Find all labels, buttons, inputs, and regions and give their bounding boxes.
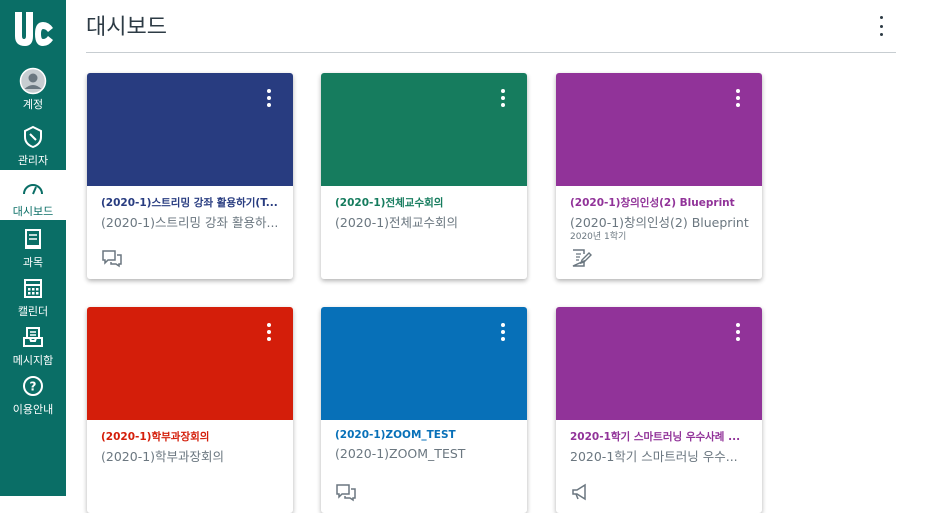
account-icon [19, 67, 47, 95]
dashboard-options-button[interactable] [874, 16, 888, 36]
discussion-icon[interactable] [335, 482, 357, 502]
nav-label-courses: 과목 [22, 256, 44, 269]
dashboard-icon [19, 175, 47, 201]
nav-item-inbox[interactable]: 메시지함 [0, 324, 66, 374]
nav-label-calendar: 캘린더 [17, 305, 49, 318]
card-title[interactable]: (2020-1)ZOOM_TEST [335, 429, 517, 441]
card-subtitle: (2020-1)ZOOM_TEST [335, 446, 466, 461]
course-card: (2020-1)학부과장회의 (2020-1)학부과장회의 [87, 307, 293, 513]
card-hero[interactable] [556, 307, 762, 420]
nav-item-dashboard[interactable]: 대시보드 [0, 170, 66, 220]
nav-item-help[interactable]: ? 이용안내 [0, 373, 66, 423]
card-title[interactable]: (2020-1)창의인성(2) Blueprint [570, 195, 752, 210]
inbox-icon [19, 324, 47, 350]
card-subtitle: 2020-1학기 스마트러닝 우수... [570, 449, 738, 464]
nav-label-help: 이용안내 [12, 403, 54, 416]
help-icon: ? [19, 373, 47, 399]
dashboard-main: 대시보드 (2020-1)스트리밍 강좌 활용하기(T... (2020-1)스… [66, 0, 930, 513]
card-options-button[interactable] [498, 323, 508, 341]
nav-label-account: 계정 [22, 98, 44, 111]
header-divider [86, 52, 896, 53]
card-term: 2020년 1학기 [570, 232, 627, 242]
discussion-icon[interactable] [101, 248, 123, 268]
uc-logo[interactable] [9, 8, 57, 52]
course-card: 2020-1학기 스마트러닝 우수사례 ... 2020-1학기 스마트러닝 우… [556, 307, 762, 513]
card-options-button[interactable] [498, 89, 508, 107]
course-card: (2020-1)창의인성(2) Blueprint (2020-1)창의인성(2… [556, 73, 762, 279]
nav-item-courses[interactable]: 과목 [0, 226, 66, 276]
assignment-icon[interactable] [570, 248, 592, 268]
nav-label-admin: 관리자 [17, 154, 49, 167]
nav-item-admin[interactable]: 관리자 [0, 124, 66, 174]
page-title: 대시보드 [86, 15, 167, 40]
card-options-button[interactable] [264, 323, 274, 341]
global-nav: 계정 관리자 대시보드 과목 캘린더 메시지함 ? 이용안내 [0, 0, 66, 496]
card-options-button[interactable] [733, 89, 743, 107]
nav-label-dashboard: 대시보드 [12, 205, 54, 218]
course-card: (2020-1)전체교수회의 (2020-1)전체교수회의 [321, 73, 527, 279]
card-subtitle: (2020-1)스트리밍 강좌 활용하... [101, 215, 279, 230]
card-title[interactable]: (2020-1)학부과장회의 [101, 429, 283, 444]
card-title[interactable]: (2020-1)스트리밍 강좌 활용하기(T... [101, 195, 283, 210]
card-title[interactable]: 2020-1학기 스마트러닝 우수사례 ... [570, 429, 752, 444]
admin-icon [19, 124, 47, 150]
course-card: (2020-1)ZOOM_TEST (2020-1)ZOOM_TEST [321, 307, 527, 513]
card-subtitle: (2020-1)전체교수회의 [335, 215, 459, 230]
card-hero[interactable] [87, 307, 293, 420]
card-title[interactable]: (2020-1)전체교수회의 [335, 195, 517, 210]
calendar-icon [19, 275, 47, 301]
nav-label-inbox: 메시지함 [12, 354, 54, 367]
courses-icon [19, 226, 47, 252]
card-hero[interactable] [556, 73, 762, 186]
nav-item-calendar[interactable]: 캘린더 [0, 275, 66, 325]
svg-text:?: ? [30, 380, 37, 394]
course-card: (2020-1)스트리밍 강좌 활용하기(T... (2020-1)스트리밍 강… [87, 73, 293, 279]
card-hero[interactable] [321, 307, 527, 420]
card-subtitle: (2020-1)학부과장회의 [101, 449, 225, 464]
announcement-icon[interactable] [570, 482, 592, 502]
card-options-button[interactable] [733, 323, 743, 341]
card-hero[interactable] [87, 73, 293, 186]
more-icon [879, 16, 883, 19]
card-hero[interactable] [321, 73, 527, 186]
nav-item-account[interactable]: 계정 [0, 67, 66, 118]
card-options-button[interactable] [264, 89, 274, 107]
